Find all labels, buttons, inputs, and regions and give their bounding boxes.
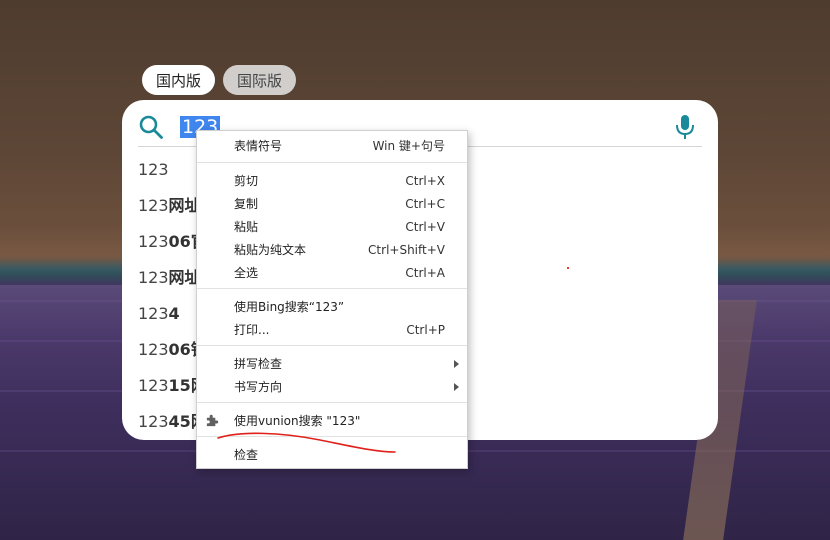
list-item[interactable]: 12306官 (138, 228, 196, 264)
chevron-right-icon (454, 383, 459, 391)
list-item[interactable]: 123网址 (138, 264, 196, 300)
menu-item-cut[interactable]: 剪切 Ctrl+X (197, 170, 467, 192)
menu-item-paste-plain[interactable]: 粘贴为纯文本 Ctrl+Shift+V (197, 239, 467, 261)
suggestion-bold: 06官 (168, 232, 196, 251)
suggestion-prefix: 123 (138, 340, 169, 359)
annotation-dot (567, 267, 569, 269)
menu-separator (197, 288, 467, 289)
list-item[interactable]: 12345网 (138, 408, 196, 444)
suggestion-prefix: 123 (138, 304, 169, 323)
menu-item-shortcut: Ctrl+P (406, 323, 445, 337)
menu-item-emoji[interactable]: 表情符号 Win 键+句号 (197, 135, 467, 157)
suggestion-prefix: 123 (138, 196, 169, 215)
suggestion-prefix: 123 (138, 268, 169, 287)
tab-international[interactable]: 国际版 (223, 65, 297, 95)
menu-item-label: 粘贴 (234, 220, 259, 234)
suggestion-prefix: 123 (138, 376, 169, 395)
search-icon[interactable] (138, 114, 164, 140)
context-menu: 表情符号 Win 键+句号 剪切 Ctrl+X 复制 Ctrl+C 粘贴 Ctr… (196, 130, 468, 469)
menu-item-paste[interactable]: 粘贴 Ctrl+V (197, 216, 467, 238)
annotation-underline (217, 432, 396, 453)
menu-item-writing-direction[interactable]: 书写方向 (197, 376, 467, 398)
suggestion-bold: 网址 (168, 196, 196, 215)
menu-separator (197, 402, 467, 403)
menu-item-shortcut: Win 键+句号 (372, 139, 445, 153)
list-item[interactable]: 12315网 (138, 372, 196, 408)
menu-item-shortcut: Ctrl+X (405, 174, 445, 188)
menu-item-bing-search[interactable]: 使用Bing搜索“123” (197, 296, 467, 318)
menu-item-label: 拼写检查 (234, 357, 283, 371)
suggestion-bold: 网址 (168, 268, 196, 287)
menu-item-label: 打印... (234, 323, 270, 337)
tab-domestic[interactable]: 国内版 (142, 65, 216, 95)
menu-separator (197, 162, 467, 163)
suggestion-bold: 15网 (168, 376, 196, 395)
suggestion-bold: 06铁 (168, 340, 196, 359)
suggestion-prefix: 123 (138, 232, 169, 251)
region-tabs: 国内版 国际版 (142, 65, 297, 95)
menu-item-shortcut: Ctrl+A (405, 266, 445, 280)
menu-item-select-all[interactable]: 全选 Ctrl+A (197, 262, 467, 284)
menu-item-label: 剪切 (234, 174, 259, 188)
menu-item-label: 书写方向 (234, 380, 283, 394)
list-item[interactable]: 123 (138, 156, 196, 192)
microphone-icon[interactable] (674, 113, 696, 141)
list-item[interactable]: 12306铁 (138, 336, 196, 372)
menu-item-shortcut: Ctrl+Shift+V (368, 243, 445, 257)
menu-separator (197, 345, 467, 346)
suggestion-list: 123 123网址 12306官 123网址 1234 12306铁 12315… (138, 156, 196, 444)
menu-item-print[interactable]: 打印... Ctrl+P (197, 319, 467, 341)
list-item[interactable]: 1234 (138, 300, 196, 336)
suggestion-bold: 45网 (168, 412, 196, 431)
puzzle-icon (206, 414, 219, 427)
suggestion-prefix: 123 (138, 412, 169, 431)
chevron-right-icon (454, 360, 459, 368)
menu-item-label: 全选 (234, 266, 259, 280)
suggestion-prefix: 123 (138, 160, 169, 179)
menu-item-shortcut: Ctrl+V (405, 220, 445, 234)
menu-item-label: 粘贴为纯文本 (234, 243, 307, 257)
menu-item-copy[interactable]: 复制 Ctrl+C (197, 193, 467, 215)
list-item[interactable]: 123网址 (138, 192, 196, 228)
suggestion-bold: 4 (168, 304, 180, 323)
menu-item-label: 表情符号 (234, 139, 283, 153)
menu-item-spellcheck[interactable]: 拼写检查 (197, 353, 467, 375)
menu-item-label: 复制 (234, 197, 259, 211)
menu-item-shortcut: Ctrl+C (405, 197, 445, 211)
menu-item-label: 使用Bing搜索“123” (234, 300, 345, 314)
